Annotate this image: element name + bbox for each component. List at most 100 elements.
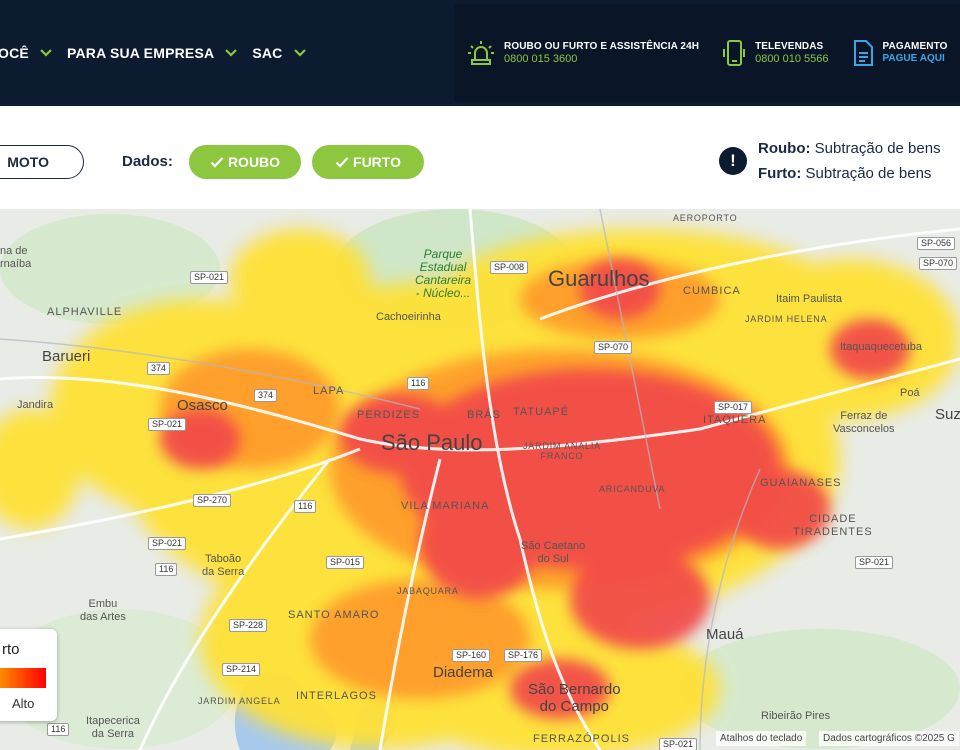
place-guarulhos: Guarulhos [548, 266, 650, 291]
road-shield: SP-056 [917, 237, 956, 250]
place-barueri: Barueri [42, 348, 91, 365]
place-santo-amaro: SANTO AMARO [288, 609, 380, 621]
place-maua: Mauá [706, 626, 744, 643]
road-shield: SP-008 [490, 261, 529, 274]
contact-roubo-furto[interactable]: ROUBO OU FURTO E ASSISTÊNCIA 24H 0800 01… [466, 38, 699, 68]
road-shield: SP-015 [326, 556, 365, 569]
check-icon [335, 157, 349, 168]
place-tatuape: TATUAPÉ [513, 406, 570, 418]
road-shield: SP-021 [148, 537, 187, 550]
check-icon [210, 157, 224, 168]
heat-legend-high-label: Alto [12, 696, 35, 711]
place-parque-cantareira: Parque Estadual Cantareira - Núcleo... [415, 247, 472, 300]
furto-definition: Furto: Subtração de bens [758, 165, 932, 182]
place-itaquera: ITAQUERA [703, 414, 767, 426]
place-perdizes: PERDIZES [357, 409, 421, 421]
place-alphaville: ALPHAVILLE [47, 306, 123, 318]
road-shield: 374 [147, 362, 171, 375]
keyboard-shortcuts-link[interactable]: Atalhos do teclado [716, 731, 807, 746]
place-itapecerica: Itapecerica da Serra [86, 715, 140, 740]
heatmap-map[interactable]: São Paulo Guarulhos Osasco Barueri Diade… [0, 209, 960, 750]
filter-bar: MOTO Dados: ROUBO FURTO [0, 106, 960, 209]
place-diadema: Diadema [433, 664, 494, 681]
place-itaquaquecetuba: Itaquaquecetuba [840, 341, 922, 353]
place-jardim-analia: JARDIM ANALIA FRANCO [523, 441, 601, 461]
contact-phone[interactable]: 0800 015 3600 [504, 53, 699, 65]
alarm-bell-icon [468, 41, 494, 65]
contact-label: PAGAMENTO [882, 41, 948, 52]
top-header: OCÊ PARA SUA EMPRESA SAC ROUBO OU FURTO … [0, 0, 960, 106]
place-santana-de-parnaiba: na de rnaíba [0, 245, 32, 270]
place-cidade-tiradentes: CIDADE TIRADENTES [793, 513, 873, 538]
road-shield: 116 [294, 500, 317, 513]
chevron-down-icon [40, 49, 52, 57]
contact-label: ROUBO OU FURTO E ASSISTÊNCIA 24H [504, 41, 700, 52]
road-shield: SP-021 [659, 738, 698, 750]
road-shield: SP-070 [919, 257, 958, 270]
place-cumbica: CUMBICA [683, 285, 741, 297]
place-vila-mariana: VILA MARIANA [401, 500, 490, 512]
chevron-down-icon [293, 49, 306, 57]
place-bras: BRÁS [467, 409, 501, 421]
place-osasco: Osasco [177, 397, 228, 414]
road-shield: 116 [407, 377, 430, 390]
chevron-down-icon [225, 49, 238, 57]
place-sao-bernardo: São Bernardo do Campo [528, 681, 621, 715]
contact-phone[interactable]: 0800 010 5566 [755, 53, 828, 65]
main-nav: OCÊ PARA SUA EMPRESA SAC [0, 0, 321, 106]
place-jardim-helena: JARDIM HELENA [745, 314, 828, 324]
contact-panel: ROUBO OU FURTO E ASSISTÊNCIA 24H 0800 01… [454, 4, 960, 102]
roubo-toggle[interactable]: ROUBO [189, 145, 301, 179]
place-embu: Embu das Artes [80, 598, 126, 623]
place-ferrazopolis: FERRAZÓPOLIS [533, 733, 630, 745]
heat-legend-title: rto [2, 641, 20, 658]
place-jardim-angela: JARDIM ANGELA [198, 696, 281, 706]
road-shield: SP-214 [222, 663, 261, 676]
dados-label: Dados: [122, 153, 173, 170]
place-aeroporto: AEROPORTO [673, 213, 738, 223]
place-jandira: Jandira [17, 399, 54, 411]
nav-item-para-sua-empresa[interactable]: PARA SUA EMPRESA [67, 45, 238, 61]
road-shield: 116 [47, 723, 70, 736]
place-taboao: Taboão da Serra [202, 553, 245, 578]
smartphone-icon [723, 40, 746, 66]
place-poa: Poá [900, 387, 920, 399]
place-interlagos: INTERLAGOS [296, 690, 377, 702]
heat-legend-gradient [0, 668, 46, 688]
road-shield: SP-160 [452, 649, 491, 662]
place-itaim-paulista: Itaim Paulista [776, 293, 843, 305]
place-guaianases: GUAIANASES [760, 477, 842, 489]
road-shield: SP-021 [855, 556, 894, 569]
place-ribeirao-pires: Ribeirão Pires [761, 710, 831, 722]
roubo-definition: Roubo: Subtração de bens [758, 140, 941, 157]
info-icon: ! [719, 147, 747, 175]
furto-toggle[interactable]: FURTO [312, 145, 424, 179]
contact-pagamento[interactable]: PAGAMENTO PAGUE AQUI [851, 38, 948, 68]
road-shield: SP-070 [594, 341, 633, 354]
place-sao-paulo: São Paulo [381, 430, 483, 455]
vehicle-moto-button[interactable]: MOTO [0, 145, 84, 179]
road-shield: SP-228 [229, 619, 268, 632]
document-icon [853, 40, 873, 66]
nav-item-sac[interactable]: SAC [252, 45, 306, 61]
place-jabaquara: JABAQUARA [397, 586, 459, 596]
contact-label: TELEVENDAS [755, 41, 824, 52]
place-aricanduva: ARICANDUVA [599, 484, 666, 494]
place-suzano: Suz [935, 406, 960, 423]
heat-legend: rto Alto [0, 629, 57, 721]
road-shield: SP-021 [190, 271, 229, 284]
contact-televendas[interactable]: TELEVENDAS 0800 010 5566 [721, 38, 829, 68]
place-lapa: LAPA [313, 385, 345, 397]
road-shield: SP-021 [148, 418, 187, 431]
pay-here-link[interactable]: PAGUE AQUI [883, 53, 948, 65]
road-shield: SP-017 [714, 401, 753, 414]
place-cachoeirinha: Cachoeirinha [376, 311, 441, 323]
road-shield: 374 [254, 389, 278, 402]
map-data-attribution[interactable]: Dados cartográficos ©2025 G [819, 731, 959, 746]
road-shield: 116 [155, 563, 178, 576]
place-sao-caetano: São Caetano do Sul [521, 540, 586, 565]
road-shield: SP-270 [193, 494, 232, 507]
road-shield: SP-176 [504, 649, 543, 662]
nav-item-voce[interactable]: OCÊ [0, 45, 53, 61]
place-ferraz-de-vasconcelos: Ferraz de Vasconcelos [833, 410, 895, 435]
